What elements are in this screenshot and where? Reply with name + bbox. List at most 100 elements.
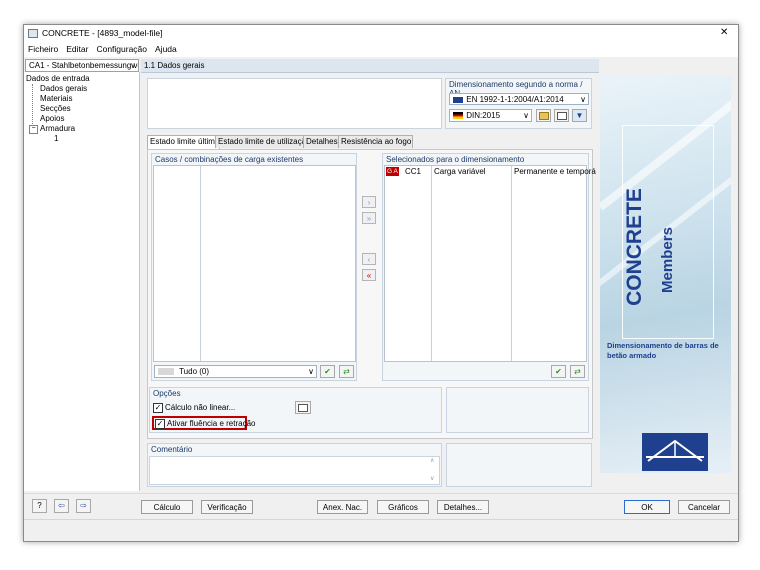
existing-cases-list[interactable] bbox=[153, 165, 356, 362]
arrow-left-icon: ‹ bbox=[367, 255, 371, 264]
bridge-logo-icon bbox=[646, 439, 704, 462]
national-annex-button[interactable]: Anex. Nac. bbox=[317, 500, 368, 514]
check-button[interactable]: Verificação bbox=[201, 500, 253, 514]
norm-value: EN 1992-1-1:2004/A1:2014 bbox=[466, 95, 564, 104]
export-button[interactable]: ⇨ bbox=[76, 499, 91, 513]
tree-root[interactable]: Dados de entrada bbox=[26, 74, 90, 84]
move-left-button[interactable]: ‹ bbox=[362, 253, 376, 265]
tab-detalhes[interactable]: Detalhes bbox=[303, 135, 343, 148]
check-all-icon: ✔ bbox=[324, 367, 331, 376]
move-all-right-button[interactable]: » bbox=[362, 212, 376, 224]
german-flag-icon bbox=[453, 112, 463, 120]
filter-annex-button[interactable]: ▼ bbox=[572, 109, 587, 122]
details-button[interactable]: Detalhes... bbox=[437, 500, 489, 514]
settings-icon bbox=[298, 404, 308, 412]
open-annex-button[interactable] bbox=[536, 109, 551, 122]
tab-resistencia-fogo[interactable]: Resistência ao fogo bbox=[338, 135, 413, 148]
cancel-button[interactable]: Cancelar bbox=[678, 500, 730, 514]
ok-button[interactable]: OK bbox=[624, 500, 670, 514]
tab-estado-limite-utilizacao[interactable]: Estado limite de utilização bbox=[215, 135, 311, 148]
menu-configuracao[interactable]: Configuração bbox=[96, 42, 147, 57]
graphics-button[interactable]: Gráficos bbox=[377, 500, 429, 514]
double-arrow-left-icon: « bbox=[366, 271, 372, 280]
filter-value: Tudo (0) bbox=[179, 367, 210, 376]
filter-select[interactable]: Tudo (0) ∨ bbox=[154, 365, 317, 378]
design-standard-group: Dimensionamento segundo a norma / AN EN … bbox=[445, 78, 592, 129]
load-type-badge: G A bbox=[386, 167, 399, 176]
status-bar bbox=[24, 519, 738, 541]
tree-item-seccoes[interactable]: Secções bbox=[40, 104, 71, 114]
nonlinear-label: Cálculo não linear... bbox=[165, 403, 236, 413]
color-swatch-icon bbox=[158, 368, 174, 376]
selected-cases-label: Selecionados para o dimensionamento bbox=[386, 155, 525, 164]
comment-input[interactable] bbox=[149, 456, 440, 485]
toggle-selection-right-button[interactable]: ⇄ bbox=[570, 365, 585, 378]
product-subname: Members bbox=[659, 227, 676, 293]
options-side-box bbox=[446, 387, 589, 433]
toggle-selection-left-button[interactable]: ⇄ bbox=[339, 365, 354, 378]
window-title: CONCRETE - [4893_model-file] bbox=[42, 28, 163, 38]
folder-icon bbox=[538, 112, 549, 120]
comment-group: Comentário ∧ ∨ bbox=[147, 443, 442, 487]
comment-side-box bbox=[446, 443, 592, 487]
existing-cases-group: Casos / combinações de carga existentes … bbox=[151, 153, 357, 381]
swap-icon: ⇄ bbox=[574, 367, 581, 376]
list-column-divider bbox=[511, 166, 512, 361]
select-all-left-button[interactable]: ✔ bbox=[320, 365, 335, 378]
list-column-divider bbox=[200, 166, 201, 361]
selected-cases-list[interactable]: G A CC1 Carga variável Permanente e temp… bbox=[384, 165, 596, 362]
nonlinear-settings-button[interactable] bbox=[295, 401, 311, 414]
tree-item-armadura[interactable]: Armadura bbox=[40, 124, 75, 134]
import-icon: ⇦ bbox=[58, 501, 65, 510]
menu-bar: Ficheiro Editar Configuração Ajuda bbox=[24, 42, 738, 57]
norm-select[interactable]: EN 1992-1-1:2004/A1:2014 ∨ bbox=[449, 93, 589, 105]
tree-item-1[interactable]: 1 bbox=[54, 134, 58, 144]
creep-label: Ativar fluência e retração bbox=[167, 419, 256, 429]
select-all-right-button[interactable]: ✔ bbox=[551, 365, 566, 378]
collapse-icon[interactable]: − bbox=[29, 125, 38, 134]
title-bar: CONCRETE - [4893_model-file] ✕ bbox=[24, 25, 738, 42]
tab-estado-limite-ultimo[interactable]: Estado limite último bbox=[147, 135, 220, 149]
case-selector-value: CA1 - Stahlbetonbemessung vo bbox=[29, 61, 139, 70]
dlubal-logo bbox=[642, 433, 708, 471]
case-id: CC1 bbox=[405, 167, 422, 176]
product-name: CONCRETE bbox=[623, 188, 646, 306]
tree-item-dados-gerais[interactable]: Dados gerais bbox=[40, 84, 87, 94]
chevron-down-icon: ∨ bbox=[130, 61, 136, 70]
menu-ajuda[interactable]: Ajuda bbox=[155, 42, 177, 57]
list-column-divider bbox=[431, 166, 432, 361]
calculate-button[interactable]: Cálculo bbox=[141, 500, 193, 514]
menu-editar[interactable]: Editar bbox=[66, 42, 88, 57]
annex-select[interactable]: DIN:2015 ∨ bbox=[449, 109, 532, 122]
nonlinear-checkbox-row[interactable]: ✓ Cálculo não linear... bbox=[153, 403, 235, 413]
help-button[interactable]: ? bbox=[32, 499, 47, 513]
scroll-up-icon[interactable]: ∧ bbox=[430, 457, 434, 464]
arrow-right-icon: › bbox=[367, 198, 371, 207]
edit-annex-button[interactable] bbox=[554, 109, 569, 122]
move-all-left-button[interactable]: « bbox=[362, 269, 376, 281]
scroll-down-icon[interactable]: ∨ bbox=[430, 475, 434, 482]
main-window: CONCRETE - [4893_model-file] ✕ Ficheiro E… bbox=[23, 24, 739, 542]
creep-checkbox-row[interactable]: ✓ Ativar fluência e retração bbox=[155, 419, 256, 429]
double-arrow-right-icon: » bbox=[366, 214, 372, 223]
creep-checkbox[interactable]: ✓ bbox=[155, 419, 165, 429]
move-right-button[interactable]: › bbox=[362, 196, 376, 208]
menu-ficheiro[interactable]: Ficheiro bbox=[28, 42, 58, 57]
nonlinear-checkbox[interactable]: ✓ bbox=[153, 403, 163, 413]
import-button[interactable]: ⇦ bbox=[54, 499, 69, 513]
info-box bbox=[147, 78, 442, 129]
check-all-icon: ✔ bbox=[555, 367, 562, 376]
case-description: Carga variável bbox=[434, 167, 486, 176]
tab-strip: Estado limite último Estado limite de ut… bbox=[147, 135, 437, 149]
options-label: Opções bbox=[153, 389, 181, 398]
case-type: Permanente e temporá bbox=[514, 167, 596, 176]
options-group: Opções ✓ Cálculo não linear... ✓ Ativar fl… bbox=[149, 387, 442, 433]
tree-item-apoios[interactable]: Apoios bbox=[40, 114, 64, 124]
chevron-down-icon: ∨ bbox=[580, 95, 586, 104]
case-selector[interactable]: CA1 - Stahlbetonbemessung vo ∨ bbox=[25, 59, 139, 72]
app-icon bbox=[28, 29, 38, 38]
table-row[interactable]: G A CC1 Carga variável Permanente e temp… bbox=[385, 167, 596, 177]
comment-label: Comentário bbox=[151, 445, 193, 454]
close-icon[interactable]: ✕ bbox=[720, 27, 728, 38]
tree-item-materiais[interactable]: Materiais bbox=[40, 94, 72, 104]
